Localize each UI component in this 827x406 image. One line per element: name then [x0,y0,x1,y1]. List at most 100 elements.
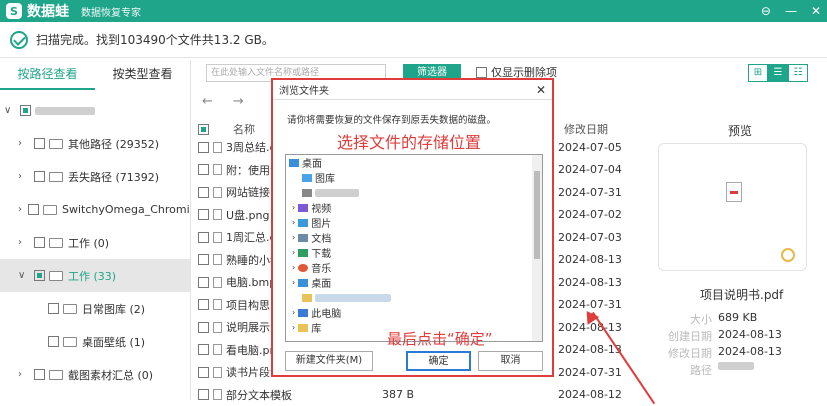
tree-checkbox[interactable] [48,303,59,314]
tree-item-label: SwitchyOmega_Chromium [62,203,190,216]
dlg-tree-label: 音乐 [311,260,331,275]
tree-item-work-33[interactable]: ∨ 工作 (33) [0,259,190,292]
chevron-right-icon[interactable]: › [292,233,295,242]
pdf-file-icon [726,182,742,202]
chevron-right-icon[interactable]: › [18,138,28,149]
grid-view-icon[interactable]: ⊞ [748,64,768,82]
dlg-tree-item[interactable] [286,185,542,200]
image-icon [213,209,222,220]
menu-icon[interactable]: ⊖ [761,4,771,18]
tree-item-label: 丢失路径 (71392) [68,169,159,185]
tree-item-wallpapers[interactable]: 桌面壁纸 (1) [0,325,190,358]
row-checkbox[interactable] [198,187,209,198]
minimize-icon[interactable]: — [785,4,797,18]
tree-checkbox[interactable] [34,171,45,182]
tab-by-type[interactable]: 按类型查看 [95,60,190,90]
dlg-tree-label: 库 [311,320,321,335]
dlg-tree-label: 文档 [311,230,331,245]
dlg-tree-item[interactable]: ›视频 [286,200,542,215]
dlg-tree-item[interactable]: 图库 [286,170,542,185]
preview-path-row: 路径 [660,362,754,378]
ok-button[interactable]: 确定 [406,351,471,371]
chevron-right-icon[interactable]: › [18,237,28,248]
user-icon [302,189,312,197]
dlg-tree-item[interactable]: ›此电脑 [286,305,542,320]
chevron-down-icon[interactable]: ∨ [18,270,28,281]
tree-item-root[interactable]: ∨ [0,94,190,127]
forward-arrow-icon[interactable]: → [233,94,244,109]
magnifier-icon[interactable] [781,248,795,262]
row-checkbox[interactable] [198,322,209,333]
chevron-right-icon[interactable]: › [18,369,28,380]
tab-by-path[interactable]: 按路径查看 [0,60,95,90]
chevron-right-icon[interactable]: › [292,203,295,212]
computer-icon [298,309,308,317]
file-row[interactable]: 部分文本模板...387 B2024-08-12 [196,384,640,406]
chevron-right-icon[interactable]: › [18,204,22,215]
dlg-tree-item[interactable]: ›桌面 [286,275,542,290]
tree-checkbox[interactable] [34,237,45,248]
dlg-tree-item[interactable] [286,290,542,305]
dlg-tree-label: 下载 [311,245,331,260]
tree-checkbox[interactable] [28,204,39,215]
tree-item-label: 截图素材汇总 (0) [68,367,153,383]
row-checkbox[interactable] [198,299,209,310]
row-checkbox[interactable] [198,389,209,400]
chevron-down-icon[interactable]: ∨ [4,105,14,116]
close-icon[interactable]: ✕ [811,4,821,18]
row-checkbox[interactable] [198,142,209,153]
chevron-right-icon[interactable]: › [292,278,295,287]
tree-checkbox[interactable] [34,270,45,281]
ppt-icon [213,322,222,333]
chevron-right-icon[interactable]: › [292,218,295,227]
frog-logo-icon: S [6,3,22,19]
tree-checkbox[interactable] [48,336,59,347]
new-folder-button[interactable]: 新建文件夹(M) [285,351,373,371]
chevron-right-icon[interactable]: › [292,263,295,272]
select-all-checkbox[interactable] [198,124,209,135]
dlg-tree-item[interactable]: ›图片 [286,215,542,230]
image-icon [213,277,222,288]
modified-label: 修改日期 [660,345,712,361]
file-name: 部分文本模板... [226,387,292,403]
row-checkbox[interactable] [198,164,209,175]
detail-view-icon[interactable]: ☷ [788,64,808,82]
tree-item-label: 工作 (0) [68,235,109,251]
dlg-tree-item[interactable]: 桌面 [286,155,542,170]
dlg-tree-item[interactable]: › 文档 [286,230,542,245]
dlg-tree-item[interactable]: › 下载 [286,245,542,260]
chevron-right-icon[interactable]: › [292,323,295,332]
dlg-tree-item[interactable]: › 音乐 [286,260,542,275]
chevron-right-icon[interactable]: › [18,171,28,182]
row-checkbox[interactable] [198,344,209,355]
tree-checkbox[interactable] [34,369,45,380]
tree-item-work-0[interactable]: › 工作 (0) [0,226,190,259]
tree-item-switchyomega[interactable]: › SwitchyOmega_Chromium [0,193,190,226]
chevron-right-icon[interactable]: › [292,308,295,317]
scrollbar-thumb[interactable] [534,171,540,259]
dialog-scrollbar[interactable] [532,155,542,341]
redacted-label [315,294,391,302]
tree-checkbox[interactable] [20,105,31,116]
column-date[interactable]: 修改日期 [564,121,608,137]
back-arrow-icon[interactable]: ← [202,94,213,109]
cancel-button[interactable]: 取消 [478,351,543,371]
row-checkbox[interactable] [198,367,209,378]
tree-item-screenshots[interactable]: › 截图素材汇总 (0) [0,358,190,391]
show-deleted-checkbox[interactable] [476,67,487,78]
row-checkbox[interactable] [198,232,209,243]
tree-item-lost-paths[interactable]: › 丢失路径 (71392) [0,160,190,193]
tree-item-other-paths[interactable]: › 其他路径 (29352) [0,127,190,160]
list-view-icon[interactable]: ☰ [768,64,788,82]
file-date: 2024-07-31 [558,366,622,379]
row-checkbox[interactable] [198,209,209,220]
dialog-close-icon[interactable]: ✕ [536,83,546,97]
file-name: 读书片段证 [226,364,276,380]
doc-icon [213,299,222,310]
tree-item-daily-gallery[interactable]: 日常图库 (2) [0,292,190,325]
row-checkbox[interactable] [198,254,209,265]
column-name[interactable]: 名称 [233,121,255,137]
row-checkbox[interactable] [198,277,209,288]
chevron-right-icon[interactable]: › [292,248,295,257]
tree-checkbox[interactable] [34,138,45,149]
